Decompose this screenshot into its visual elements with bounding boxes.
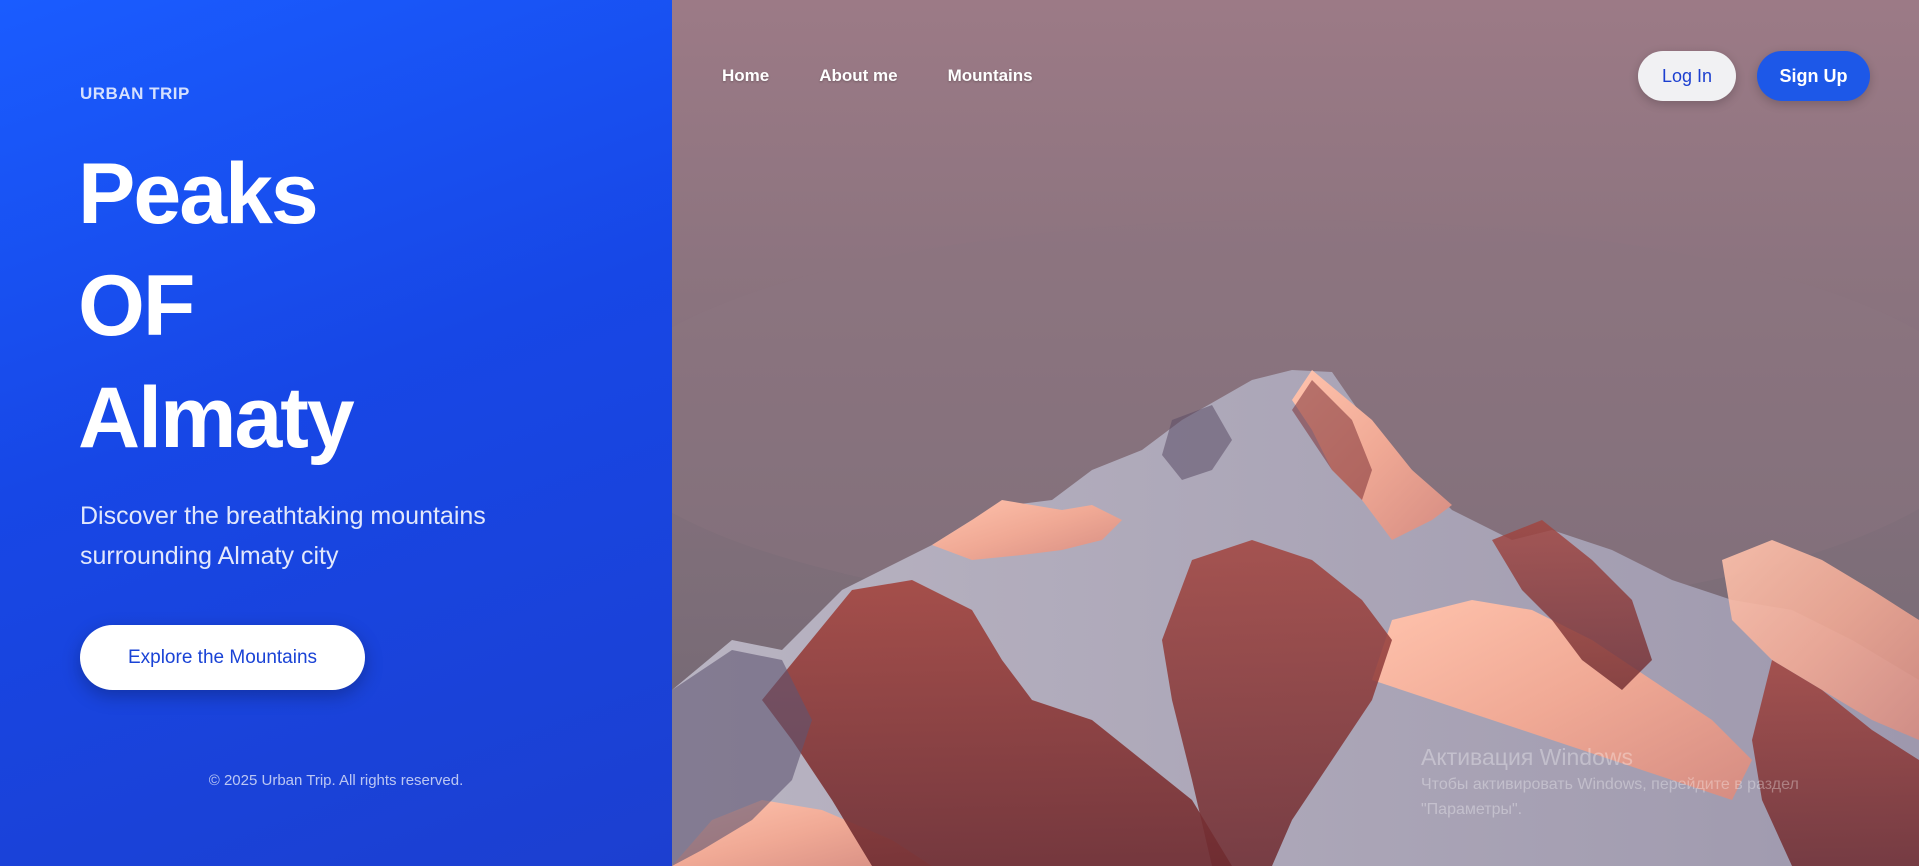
watermark-title: Активация Windows xyxy=(1421,744,1633,770)
hero-panel: URBAN TRIP Peaks OF Almaty Discover the … xyxy=(0,0,672,866)
hero-title-line-2: OF xyxy=(78,258,195,354)
hero-subtitle-line-1: Discover the breathtaking mountains xyxy=(80,502,486,530)
windows-activation-watermark: Активация Windows Чтобы активировать Win… xyxy=(1421,742,1861,822)
brand-logo-text[interactable]: URBAN TRIP xyxy=(80,84,190,104)
nav-link-mountains[interactable]: Mountains xyxy=(948,66,1033,86)
nav-link-about-me[interactable]: About me xyxy=(819,66,897,86)
nav-link-home[interactable]: Home xyxy=(722,66,769,86)
login-button[interactable]: Log In xyxy=(1638,51,1736,101)
main-nav: Home About me Mountains xyxy=(722,66,1033,86)
hero-title-line-3: Almaty xyxy=(78,370,355,466)
signup-button[interactable]: Sign Up xyxy=(1757,51,1870,101)
hero-subtitle: Discover the breathtaking mountains surr… xyxy=(80,496,540,576)
hero-title: Peaks OF Almaty xyxy=(78,138,355,474)
explore-mountains-button[interactable]: Explore the Mountains xyxy=(80,625,365,690)
hero-title-line-1: Peaks xyxy=(78,146,319,242)
hero-subtitle-line-2: surrounding Almaty city xyxy=(80,542,339,570)
watermark-line-1: Чтобы активировать Windows, перейдите в … xyxy=(1421,776,1799,793)
hero-image-panel: Home About me Mountains Log In Sign Up А… xyxy=(672,0,1919,866)
footer-copyright: © 2025 Urban Trip. All rights reserved. xyxy=(208,772,464,789)
mountain-image xyxy=(672,0,1919,866)
watermark-line-2: "Параметры". xyxy=(1421,801,1523,818)
page: URBAN TRIP Peaks OF Almaty Discover the … xyxy=(0,0,1919,866)
